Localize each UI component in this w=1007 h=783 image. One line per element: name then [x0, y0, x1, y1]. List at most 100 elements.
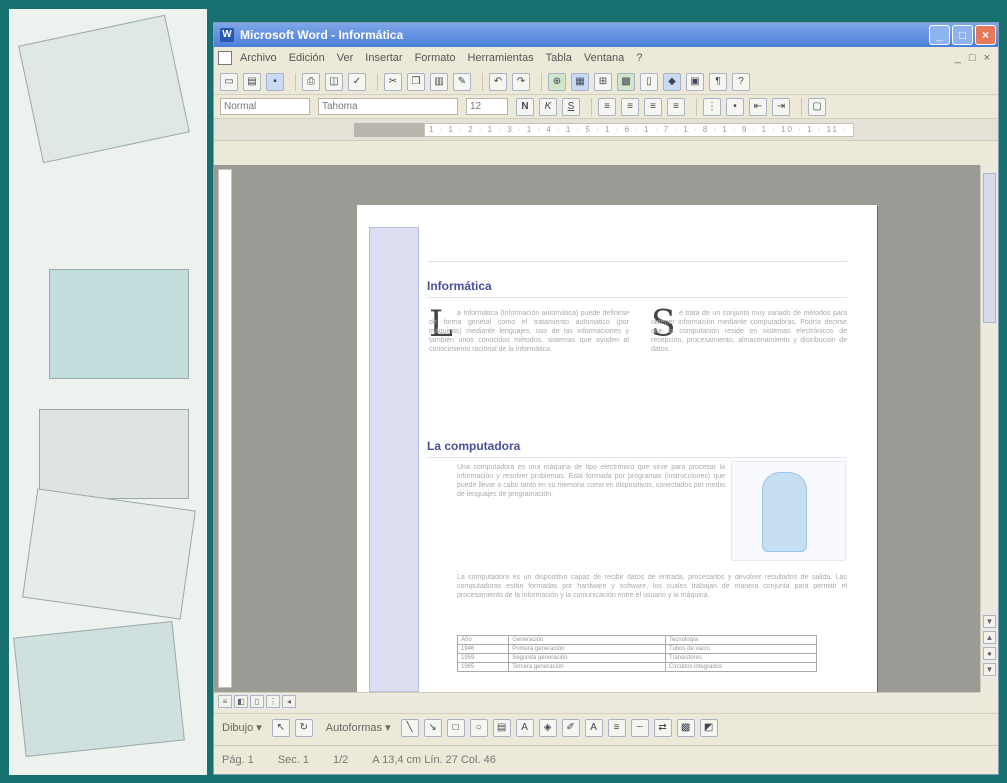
font-select[interactable]: Tahoma [318, 98, 458, 115]
computer-user-illustration [731, 461, 846, 561]
spelling-icon[interactable]: ✓ [348, 72, 366, 91]
drawing-icon[interactable]: ◆ [663, 72, 681, 91]
menu-ventana[interactable]: Ventana [584, 52, 624, 64]
fill-color-icon[interactable]: ◈ [538, 718, 557, 737]
free-rotate-icon[interactable]: ↻ [294, 718, 313, 737]
status-bar: Pág. 1 Sec. 1 1/2 A 13,4 cm Lín. 27 Col.… [214, 745, 998, 774]
doc-minimize-button[interactable]: _ [955, 52, 961, 64]
open-icon[interactable]: ▤ [243, 72, 261, 91]
hyperlink-icon[interactable]: ⊕ [548, 72, 566, 91]
document-page[interactable]: Informática L a Informática (Información… [357, 205, 877, 692]
normal-view-icon[interactable]: ≡ [218, 695, 232, 708]
numbering-icon[interactable]: ⋮ [703, 97, 721, 116]
close-button[interactable]: × [975, 25, 996, 45]
3d-icon[interactable]: ◩ [699, 718, 718, 737]
menu-archivo[interactable]: Archivo [240, 52, 277, 64]
justify-icon[interactable]: ≡ [667, 97, 685, 116]
autoshapes-menu[interactable]: Autoformas ▾ [326, 721, 391, 734]
generations-table[interactable]: Año Generación Tecnología 1946 Primera g… [456, 635, 817, 672]
redo-icon[interactable]: ↷ [512, 72, 530, 91]
textbox-icon[interactable]: ▤ [492, 718, 511, 737]
horizontal-ruler[interactable]: 1 · 1 · 2 · 1 · 3 · 1 · 4 · 1 · 5 · 1 · … [424, 122, 854, 137]
shadow-icon[interactable]: ▩ [676, 718, 695, 737]
scroll-down-icon[interactable]: ▼ [983, 615, 996, 628]
menu-insertar[interactable]: Insertar [365, 52, 402, 64]
align-right-icon[interactable]: ≡ [644, 97, 662, 116]
align-center-icon[interactable]: ≡ [621, 97, 639, 116]
line-color-icon[interactable]: ✐ [561, 718, 580, 737]
menu-ver[interactable]: Ver [337, 52, 354, 64]
copy-icon[interactable]: ❐ [407, 72, 425, 91]
bullets-icon[interactable]: • [726, 97, 744, 116]
person-icon [762, 472, 807, 552]
italic-icon[interactable]: K [539, 97, 557, 116]
web-view-icon[interactable]: ◧ [234, 695, 248, 708]
excel-icon[interactable]: ▩ [617, 72, 635, 91]
font-color-icon[interactable]: A [584, 718, 603, 737]
menu-tabla[interactable]: Tabla [546, 52, 572, 64]
section-title-computadora: La computadora [427, 439, 521, 453]
line-style-icon[interactable]: ≡ [607, 718, 626, 737]
print-icon[interactable]: ⎙ [302, 72, 320, 91]
status-section: Sec. 1 [277, 754, 309, 766]
browse-object-icon[interactable]: ● [983, 647, 996, 660]
align-left-icon[interactable]: ≡ [598, 97, 616, 116]
save-icon[interactable]: ▪ [266, 72, 284, 91]
arrow-style-icon[interactable]: ⇄ [653, 718, 672, 737]
vertical-ruler[interactable] [218, 169, 232, 688]
document-icon[interactable] [218, 51, 232, 65]
status-page: Pág. 1 [222, 754, 254, 766]
drawing-toolbar: Dibujo ▾ ↖ ↻ Autoformas ▾ ╲ ↘ □ ○ ▤ A ◈ … [214, 713, 998, 741]
font-size-select[interactable]: 12 [466, 98, 508, 115]
maximize-button[interactable]: □ [952, 25, 973, 45]
doc-restore-button[interactable]: □ [969, 52, 976, 64]
prev-page-icon[interactable]: ▲ [983, 631, 996, 644]
increase-indent-icon[interactable]: ⇥ [772, 97, 790, 116]
help-icon[interactable]: ? [732, 72, 750, 91]
style-select[interactable]: Normal [220, 98, 310, 115]
menu-help[interactable]: ? [636, 52, 642, 64]
draw-menu[interactable]: Dibujo ▾ [222, 721, 262, 734]
menu-formato[interactable]: Formato [415, 52, 456, 64]
undo-icon[interactable]: ↶ [489, 72, 507, 91]
open-book-illustration [22, 488, 196, 620]
next-page-icon[interactable]: ▼ [983, 663, 996, 676]
vertical-scrollbar[interactable]: ▼ ▲ ● ▼ [980, 165, 998, 692]
new-icon[interactable]: ▭ [220, 72, 238, 91]
select-objects-icon[interactable]: ↖ [271, 718, 290, 737]
insert-table-icon[interactable]: ⊞ [594, 72, 612, 91]
menu-edicion[interactable]: Edición [289, 52, 325, 64]
wordart-icon[interactable]: A [515, 718, 534, 737]
columns-icon[interactable]: ▯ [640, 72, 658, 91]
outline-view-icon[interactable]: ⋮ [266, 695, 280, 708]
computadora-box-text: Una computadora es una máquina de tipo e… [457, 464, 725, 498]
show-hide-icon[interactable]: ¶ [709, 72, 727, 91]
borders-icon[interactable]: ▢ [808, 97, 826, 116]
scroll-left-icon[interactable]: ◂ [282, 695, 296, 708]
underline-icon[interactable]: S [562, 97, 580, 116]
menu-herramientas[interactable]: Herramientas [468, 52, 534, 64]
line-icon[interactable]: ╲ [400, 718, 419, 737]
format-painter-icon[interactable]: ✎ [453, 72, 471, 91]
preview-icon[interactable]: ◫ [325, 72, 343, 91]
print-view-icon[interactable]: ▯ [250, 695, 264, 708]
title-bar[interactable]: W Microsoft Word - Informática _ □ × [214, 23, 998, 47]
open-book-illustration [18, 14, 190, 164]
minimize-button[interactable]: _ [929, 25, 950, 45]
oval-icon[interactable]: ○ [469, 718, 488, 737]
doc-map-icon[interactable]: ▣ [686, 72, 704, 91]
table-row: 1946 Primera generación Tubos de vacío [456, 644, 817, 654]
formatting-toolbar: Normal Tahoma 12 N K S ≡ ≡ ≡ ≡ ⋮ • ⇤ ⇥ ▢ [214, 95, 998, 119]
doc-close-button[interactable]: × [984, 52, 990, 64]
cut-icon[interactable]: ✂ [384, 72, 402, 91]
rectangle-icon[interactable]: □ [446, 718, 465, 737]
tables-borders-icon[interactable]: ▦ [571, 72, 589, 91]
paste-icon[interactable]: ▥ [430, 72, 448, 91]
arrow-icon[interactable]: ↘ [423, 718, 442, 737]
decorative-artwork [9, 9, 207, 775]
book-stack-illustration [13, 620, 185, 758]
bold-icon[interactable]: N [516, 97, 534, 116]
decrease-indent-icon[interactable]: ⇤ [749, 97, 767, 116]
dash-style-icon[interactable]: ┄ [630, 718, 649, 737]
scrollbar-thumb[interactable] [983, 173, 996, 323]
